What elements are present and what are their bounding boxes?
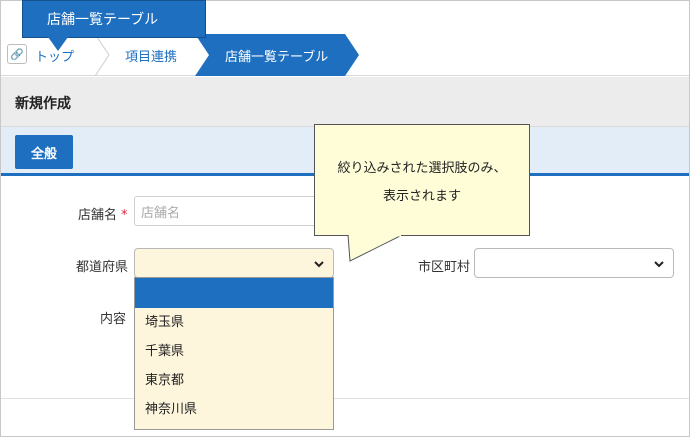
chevron-down-icon bbox=[654, 261, 664, 268]
dropdown-option[interactable]: 神奈川県 bbox=[135, 395, 333, 424]
breadcrumb-active-item: 店舗一覧テーブル bbox=[195, 34, 359, 76]
callout-pointer bbox=[347, 235, 403, 262]
section-header: 新規作成 bbox=[1, 77, 689, 127]
breadcrumb-active-label: 店舗一覧テーブル bbox=[225, 50, 329, 65]
dropdown-option[interactable]: 千葉県 bbox=[135, 337, 333, 366]
annotation-callout: 絞り込みされた選択肢のみ、 表示されます bbox=[314, 124, 530, 236]
city-select[interactable] bbox=[474, 248, 674, 278]
store-name-input[interactable]: 店舗名 bbox=[134, 196, 320, 226]
callout-line-1: 絞り込みされた選択肢のみ、 bbox=[337, 161, 507, 176]
dropdown-option[interactable]: 埼玉県 bbox=[135, 308, 333, 337]
prefecture-label: 都道府県 bbox=[76, 260, 129, 275]
content-label: 内容 bbox=[100, 312, 127, 327]
table-name-tag: 店舗一覧テーブル bbox=[22, 0, 206, 38]
dropdown-option[interactable] bbox=[135, 278, 333, 308]
chevron-down-icon bbox=[314, 261, 324, 268]
breadcrumb: 🔗 トップ 項目連携 店舗一覧テーブル bbox=[1, 34, 689, 76]
store-name-label: 店舗名 * bbox=[78, 208, 128, 223]
tab-general[interactable]: 全般 bbox=[15, 135, 73, 169]
tab-general-label: 全般 bbox=[30, 146, 57, 162]
breadcrumb-item-link[interactable]: 項目連携 bbox=[125, 46, 177, 65]
required-mark: * bbox=[121, 208, 128, 223]
callout-line-2: 表示されます bbox=[382, 189, 461, 204]
table-name-tag-label: 店舗一覧テーブル bbox=[47, 12, 159, 28]
store-name-placeholder: 店舗名 bbox=[141, 205, 181, 221]
divider bbox=[1, 398, 689, 399]
page-title: 新規作成 bbox=[15, 96, 71, 112]
table-name-tag-pointer bbox=[48, 37, 68, 51]
prefecture-select[interactable] bbox=[134, 248, 334, 278]
dropdown-option[interactable]: 東京都 bbox=[135, 366, 333, 395]
prefecture-dropdown-list: 埼玉県 千葉県 東京都 神奈川県 bbox=[134, 277, 334, 430]
city-label: 市区町村 bbox=[418, 260, 471, 275]
link-icon[interactable]: 🔗 bbox=[7, 44, 27, 64]
breadcrumb-separator-icon bbox=[94, 34, 110, 76]
